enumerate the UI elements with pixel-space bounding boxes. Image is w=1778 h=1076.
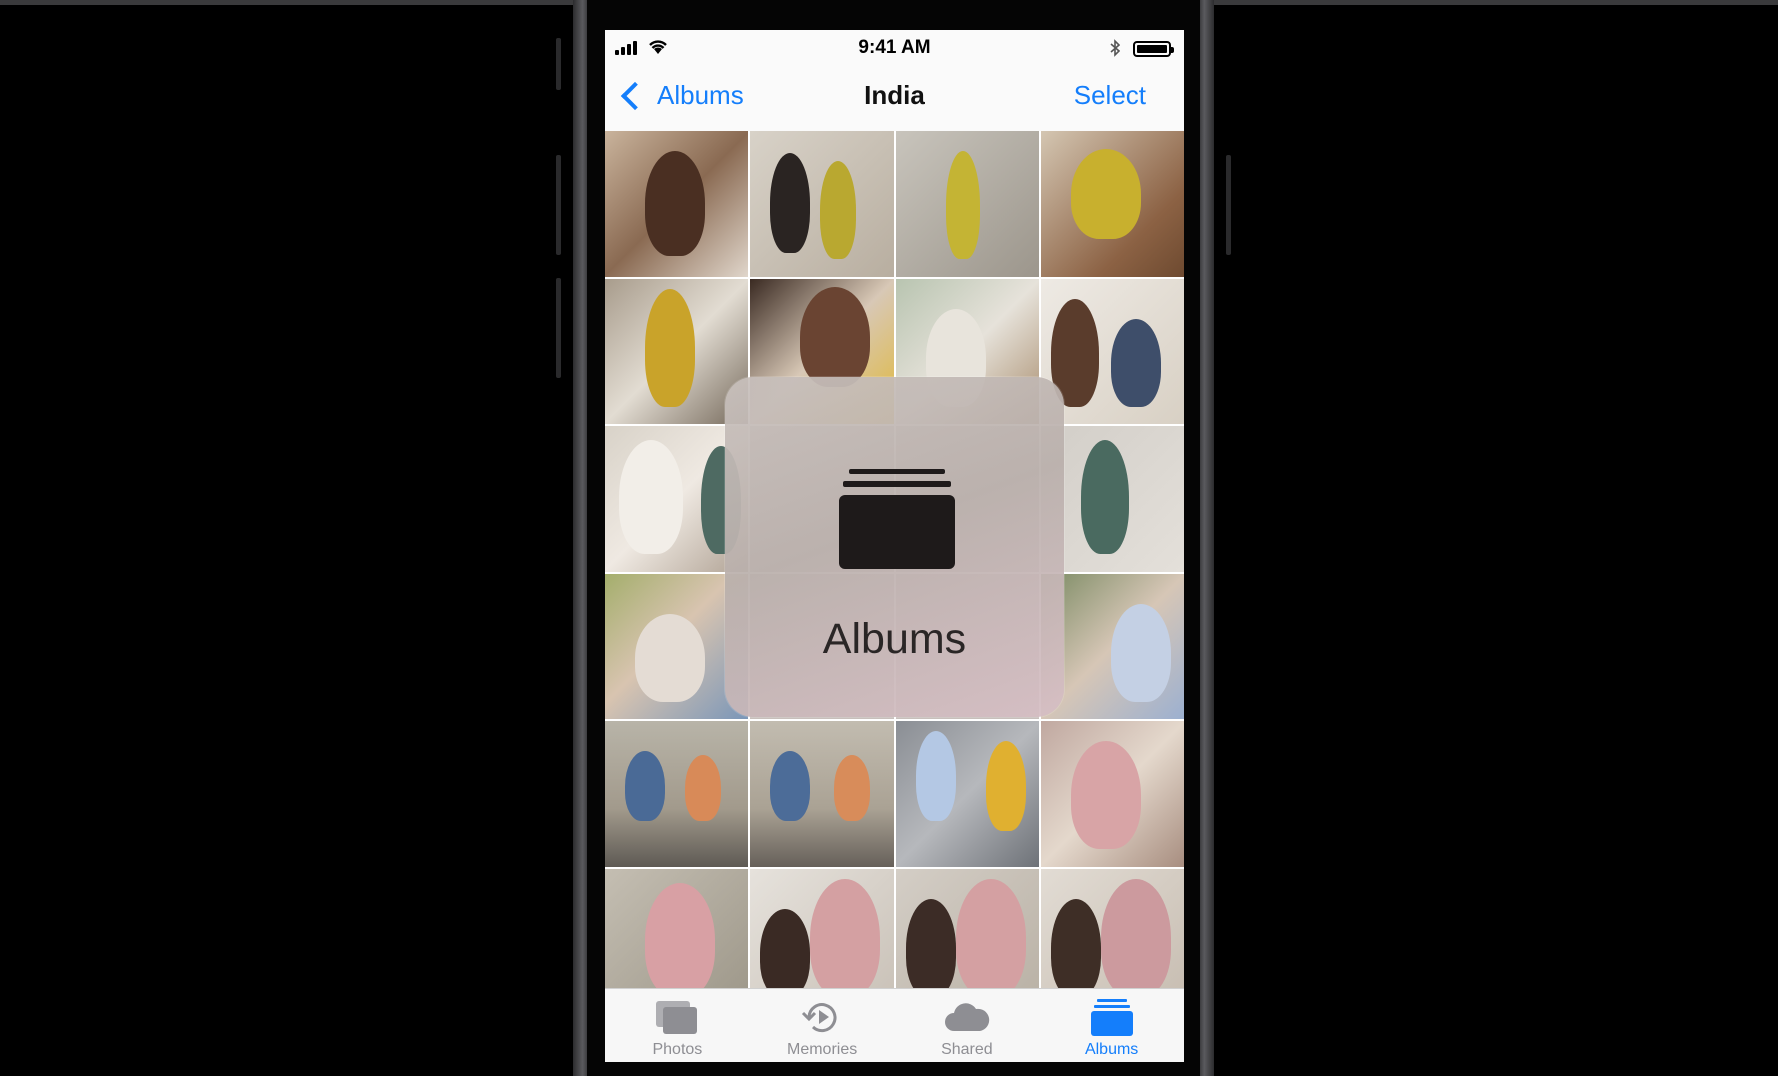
tab-label: Photos (652, 1041, 703, 1058)
back-button-label: Albums (657, 80, 744, 110)
photo-thumbnail[interactable] (895, 721, 1039, 867)
albums-stack-icon (839, 469, 955, 569)
photo-thumbnail[interactable] (605, 721, 749, 867)
cloud-icon (944, 1003, 990, 1031)
photo-thumbnail[interactable] (1040, 721, 1184, 867)
photo-thumbnail[interactable] (1040, 131, 1184, 277)
back-button[interactable]: Albums (617, 80, 744, 111)
tab-bar: Photos Memories Shared Albums (605, 988, 1184, 1062)
volume-up-button (556, 155, 561, 255)
photo-thumbnail[interactable] (605, 131, 749, 277)
photos-icon (656, 1001, 698, 1034)
photo-thumbnail[interactable] (750, 721, 894, 867)
tab-label: Albums (1084, 1041, 1139, 1058)
phone-screen: 9:41 AM Albums India Select Albums Photo… (605, 30, 1184, 1062)
tab-albums[interactable]: Albums (1039, 989, 1184, 1062)
photo-thumbnail[interactable] (750, 131, 894, 277)
status-time: 9:41 AM (858, 37, 931, 58)
battery-icon (1133, 41, 1174, 57)
select-button[interactable]: Select (1074, 80, 1146, 111)
tab-label: Memories (787, 1041, 858, 1058)
bluetooth-icon (1110, 39, 1121, 62)
memories-icon (802, 1003, 837, 1033)
status-bar: 9:41 AM (605, 30, 1184, 66)
tab-memories[interactable]: Memories (750, 989, 895, 1062)
volume-down-button (556, 278, 561, 378)
tab-photos[interactable]: Photos (605, 989, 750, 1062)
tab-label: Shared (941, 1041, 993, 1058)
albums-hud-overlay: Albums (725, 377, 1064, 717)
albums-icon (1090, 999, 1133, 1036)
power-button (1226, 155, 1231, 255)
photo-thumbnail[interactable] (895, 131, 1039, 277)
mute-switch (556, 38, 561, 90)
tab-shared[interactable]: Shared (895, 989, 1040, 1062)
chevron-left-icon (620, 81, 650, 110)
hud-label: Albums (822, 615, 967, 663)
